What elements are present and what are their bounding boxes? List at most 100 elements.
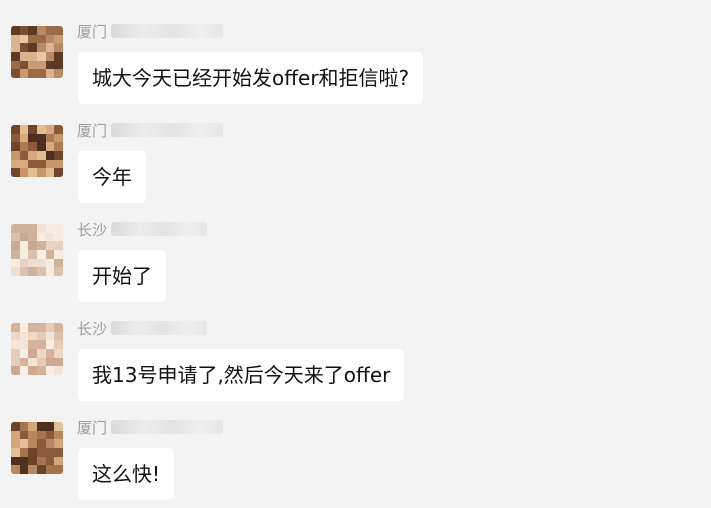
avatar-pixel [45, 456, 55, 466]
avatar-pixel [45, 323, 55, 332]
avatar-pixel [19, 241, 29, 250]
avatar-pixel [37, 456, 46, 466]
sender-city: 厦门 [77, 22, 108, 41]
message-text: 这么快! [92, 462, 161, 486]
avatar-pixel [19, 422, 29, 431]
avatar-pixel [19, 125, 29, 134]
avatar-pixel [54, 323, 63, 332]
avatar-pixel [28, 331, 37, 341]
avatar[interactable] [11, 224, 63, 276]
avatar-pixel [19, 366, 29, 375]
avatar-pixel [45, 168, 55, 177]
avatar-pixel [11, 340, 20, 349]
avatar-pixel [28, 465, 37, 474]
avatar-pixel [54, 267, 63, 276]
avatar-pixel [19, 34, 29, 44]
avatar-pixel [28, 439, 37, 448]
avatar-pixel [28, 159, 37, 169]
avatar-pixel [28, 60, 37, 70]
avatar-pixel [54, 448, 63, 457]
avatar-pixel [19, 340, 29, 349]
avatar-pixel [19, 60, 29, 70]
avatar-pixel [45, 60, 55, 70]
avatar-pixel [45, 349, 55, 358]
avatar[interactable] [11, 323, 63, 375]
avatar-pixel [45, 151, 55, 160]
avatar-pixel [28, 357, 37, 367]
avatar-pixel [11, 331, 20, 341]
avatar-pixel [45, 69, 55, 78]
avatar-pixel [11, 465, 20, 474]
message-bubble[interactable]: 今年 [78, 151, 146, 203]
avatar-pixel [19, 250, 29, 259]
avatar-pixel [11, 241, 20, 250]
avatar-pixel [11, 430, 20, 440]
avatar-pixel [37, 331, 46, 341]
avatar-pixel [19, 430, 29, 440]
avatar-pixel [45, 133, 55, 143]
avatar-pixel [19, 258, 29, 268]
avatar-pixel [28, 34, 37, 44]
avatar-pixel [11, 366, 20, 375]
avatar-pixel [19, 465, 29, 474]
avatar-pixel [54, 366, 63, 375]
avatar-pixel [19, 267, 29, 276]
avatar-pixel [19, 151, 29, 160]
avatar-pixel [28, 125, 37, 134]
avatar-pixel [37, 267, 46, 276]
message-bubble[interactable]: 我13号申请了,然后今天来了offer [78, 349, 405, 401]
avatar-pixel [11, 133, 20, 143]
avatar-pixel [45, 43, 55, 52]
message-bubble[interactable]: 开始了 [78, 250, 166, 302]
avatar-pixel [54, 422, 63, 431]
avatar-pixel [37, 60, 46, 70]
avatar-pixel [28, 133, 37, 143]
avatar-pixel [11, 258, 20, 268]
avatar-pixel [45, 26, 55, 35]
avatar-pixel [19, 331, 29, 341]
avatar-pixel [28, 241, 37, 250]
avatar-pixel [19, 168, 29, 177]
avatar-pixel [28, 422, 37, 431]
avatar-pixel [11, 168, 20, 177]
avatar-pixel [54, 241, 63, 250]
avatar[interactable] [11, 422, 63, 474]
message-bubble[interactable]: 这么快! [78, 448, 175, 500]
avatar-pixel [37, 323, 46, 332]
avatar-pixel [54, 340, 63, 349]
avatar-pixel [11, 159, 20, 169]
avatar-pixel [11, 456, 20, 466]
avatar[interactable] [11, 26, 63, 78]
avatar-pixel [28, 340, 37, 349]
avatar-pixel [28, 258, 37, 268]
avatar-pixel [28, 151, 37, 160]
sender-name: 长沙 [77, 218, 208, 240]
avatar-pixel [54, 465, 63, 474]
sender-city: 长沙 [77, 220, 108, 239]
avatar-pixel [28, 430, 37, 440]
avatar-pixel [37, 250, 46, 259]
avatar-pixel [19, 26, 29, 35]
avatar-pixel [19, 142, 29, 151]
message-text: 开始了 [92, 264, 152, 288]
sender-name: 厦门 [77, 119, 224, 141]
avatar-pixel [28, 224, 37, 233]
avatar[interactable] [11, 125, 63, 177]
avatar-pixel [45, 422, 55, 431]
avatar-pixel [19, 52, 29, 61]
avatar-pixel [54, 34, 63, 44]
avatar-pixel [11, 439, 20, 448]
redacted-name-blur [111, 420, 224, 434]
sender-name: 长沙 [77, 317, 208, 339]
avatar-pixel [11, 69, 20, 78]
avatar-pixel [54, 142, 63, 151]
avatar-pixel [19, 43, 29, 52]
message-bubble[interactable]: 城大今天已经开始发offer和拒信啦? [78, 52, 424, 104]
avatar-pixel [11, 142, 20, 151]
avatar-pixel [28, 349, 37, 358]
avatar-pixel [28, 43, 37, 52]
avatar-pixel [37, 133, 46, 143]
avatar-pixel [28, 366, 37, 375]
avatar-pixel [54, 43, 63, 52]
avatar-pixel [19, 224, 29, 233]
